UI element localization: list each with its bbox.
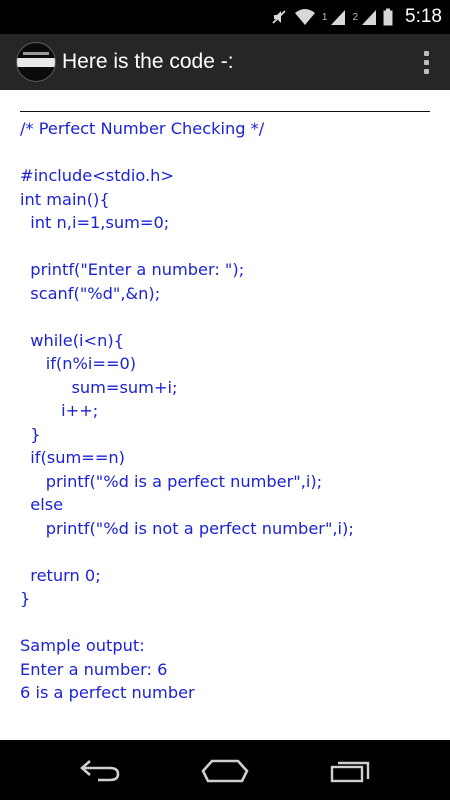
page-title: Here is the code -:: [62, 50, 234, 73]
overflow-menu-icon[interactable]: [416, 46, 436, 78]
status-icons: 1 2 5:18: [270, 0, 442, 34]
recents-button[interactable]: [305, 740, 395, 800]
code-block: /* Perfect Number Checking */ #include<st…: [20, 117, 430, 705]
code-line: }: [20, 589, 31, 608]
code-line: i++;: [20, 401, 99, 420]
code-line: #include<stdio.h>: [20, 166, 174, 185]
code-line: printf("%d is not a perfect number",i);: [20, 518, 354, 538]
code-line: return 0;: [20, 565, 101, 585]
home-button[interactable]: [180, 740, 270, 800]
code-line: else: [20, 495, 64, 514]
navigation-bar: [0, 740, 450, 800]
back-button[interactable]: [55, 740, 145, 800]
code-line: sum=sum+i;: [20, 377, 178, 397]
code-line: int main(){: [20, 189, 110, 209]
action-bar: Here is the code -:: [0, 34, 450, 90]
code-line: printf("%d is a perfect number",i);: [20, 471, 323, 491]
code-line: printf("Enter a number: ");: [20, 260, 245, 279]
recents-icon: [330, 761, 370, 783]
code-line: while(i<n){: [20, 330, 124, 350]
signal-icon: [362, 10, 377, 25]
back-icon: [80, 760, 120, 782]
code-line: Sample output:: [20, 636, 145, 655]
home-icon: [201, 759, 249, 783]
code-line: int n,i=1,sum=0;: [20, 213, 170, 232]
code-line: if(sum==n): [20, 448, 125, 467]
sim2-label: 2: [352, 11, 359, 23]
wifi-icon: [294, 9, 315, 25]
code-line: if(n%i==0): [20, 354, 137, 373]
mute-icon: [272, 10, 286, 24]
clock: 5:18: [405, 6, 442, 27]
code-line: scanf("%d",&n);: [20, 283, 161, 303]
code-viewer[interactable]: /* Perfect Number Checking */ #include<st…: [0, 90, 450, 740]
app-logo[interactable]: [16, 42, 56, 82]
code-line: 6 is a perfect number: [20, 683, 195, 702]
battery-icon: [383, 8, 393, 26]
sim1-label: 1: [321, 11, 328, 23]
divider: [20, 111, 430, 112]
code-line: /* Perfect Number Checking */: [20, 119, 265, 138]
status-bar: 1 2 5:18: [0, 0, 450, 34]
code-line: }: [20, 424, 41, 444]
code-line: Enter a number: 6: [20, 659, 168, 679]
signal-icon: [331, 10, 346, 25]
